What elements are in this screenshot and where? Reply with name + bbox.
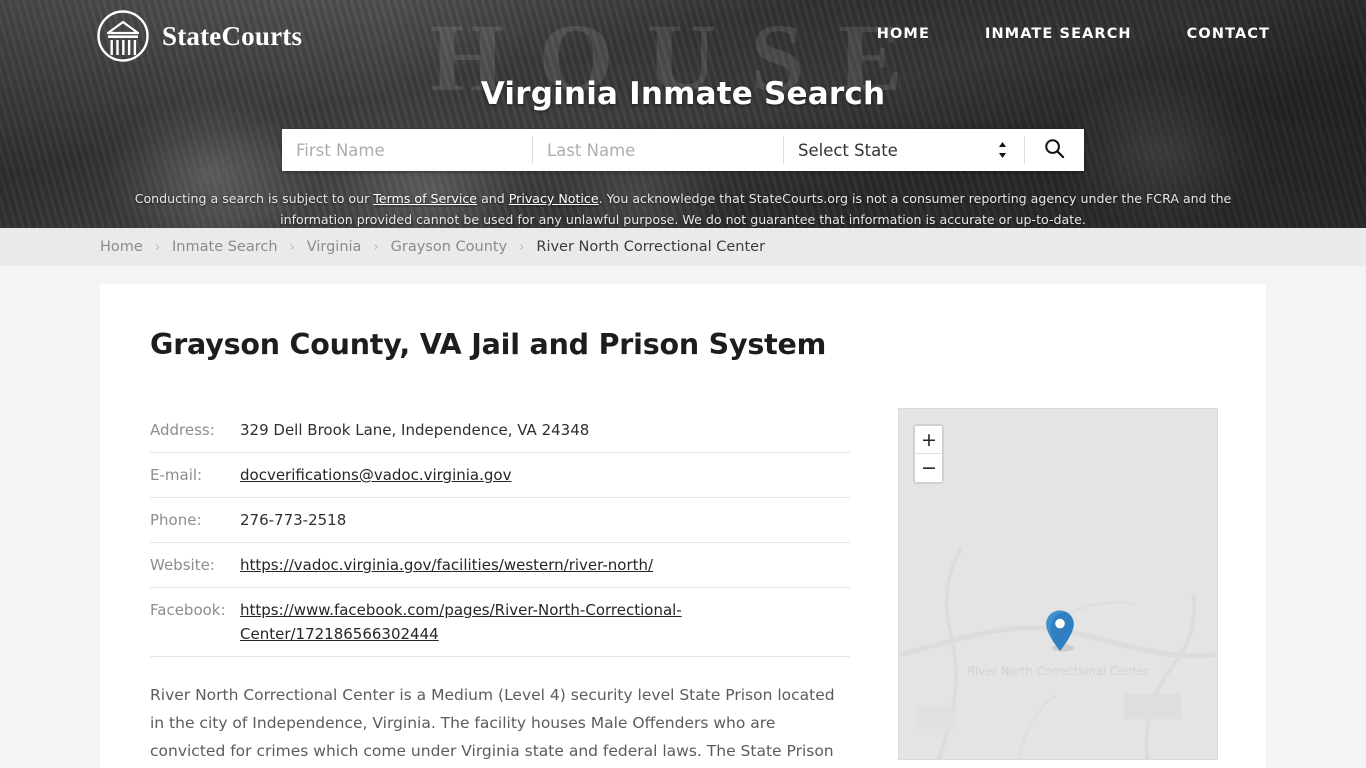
- main-navigation: HOME INMATE SEARCH CONTACT: [877, 26, 1270, 42]
- first-name-input[interactable]: [282, 129, 532, 171]
- facility-map[interactable]: + − River North Correctional Center: [898, 408, 1218, 760]
- courthouse-circle-icon: [96, 9, 150, 63]
- facebook-link[interactable]: https://www.facebook.com/pages/River-Nor…: [240, 601, 682, 643]
- breadcrumb-item-current: River North Correctional Center: [536, 239, 766, 255]
- map-marker-label: River North Correctional Center: [967, 664, 1149, 678]
- website-link[interactable]: https://vadoc.virginia.gov/facilities/we…: [240, 556, 653, 574]
- brand-name: StateCourts: [162, 20, 303, 51]
- facebook-label: Facebook:: [150, 587, 240, 657]
- inmate-search-form: Select State: [282, 129, 1084, 171]
- search-submit-button[interactable]: [1024, 136, 1084, 164]
- email-value: docverifications@vadoc.virginia.gov: [240, 452, 850, 498]
- facebook-value: https://www.facebook.com/pages/River-Nor…: [240, 587, 850, 657]
- nav-item-contact[interactable]: CONTACT: [1187, 26, 1270, 42]
- map-zoom-out-button[interactable]: −: [915, 454, 942, 482]
- disclaimer-text-1: Conducting a search is subject to our: [134, 191, 374, 206]
- breadcrumb-item-virginia[interactable]: Virginia: [307, 239, 362, 255]
- nav-item-inmate-search[interactable]: INMATE SEARCH: [985, 26, 1132, 42]
- terms-of-service-link[interactable]: Terms of Service: [373, 191, 477, 206]
- state-select[interactable]: Select State: [784, 129, 1024, 171]
- search-disclaimer: Conducting a search is subject to our Te…: [128, 189, 1238, 228]
- table-row: E-mail: docverifications@vadoc.virginia.…: [150, 452, 850, 498]
- facility-details-table: Address: 329 Dell Brook Lane, Independen…: [150, 408, 850, 657]
- last-name-input[interactable]: [533, 129, 783, 171]
- hero-title: Virginia Inmate Search: [480, 76, 886, 112]
- breadcrumb: Home › Inmate Search › Virginia › Grayso…: [0, 239, 765, 255]
- up-down-chevron-icon: [997, 141, 1008, 159]
- breadcrumb-item-grayson-county[interactable]: Grayson County: [391, 239, 508, 255]
- map-column: + − River North Correctional Center: [898, 408, 1218, 768]
- state-select-value: Select State: [798, 140, 898, 160]
- breadcrumb-bar: Home › Inmate Search › Virginia › Grayso…: [0, 228, 1366, 266]
- map-zoom-in-button[interactable]: +: [915, 426, 942, 454]
- breadcrumb-item-inmate-search[interactable]: Inmate Search: [172, 239, 278, 255]
- breadcrumb-separator: ›: [519, 239, 525, 255]
- website-label: Website:: [150, 542, 240, 588]
- top-bar: StateCourts HOME INMATE SEARCH CONTACT: [0, 0, 1366, 72]
- site-logo-link[interactable]: StateCourts: [96, 9, 302, 63]
- website-value: https://vadoc.virginia.gov/facilities/we…: [240, 542, 850, 588]
- address-label: Address:: [150, 408, 240, 453]
- map-road-lines: [899, 547, 1217, 759]
- table-row: Phone: 276-773-2518: [150, 497, 850, 543]
- breadcrumb-separator: ›: [289, 239, 295, 255]
- magnifier-icon: [1043, 137, 1066, 163]
- phone-label: Phone:: [150, 497, 240, 543]
- facility-description: River North Correctional Center is a Med…: [150, 681, 850, 768]
- address-value: 329 Dell Brook Lane, Independence, VA 24…: [240, 408, 850, 453]
- breadcrumb-item-home[interactable]: Home: [100, 239, 143, 255]
- nav-item-home[interactable]: HOME: [877, 26, 930, 42]
- site-hero: HOUSE StateCourts HOME INMATE SEARCH CON…: [0, 0, 1366, 228]
- disclaimer-text-2: and: [477, 191, 509, 206]
- breadcrumb-separator: ›: [154, 239, 161, 255]
- phone-value: 276-773-2518: [240, 497, 850, 543]
- table-row: Facebook: https://www.facebook.com/pages…: [150, 587, 850, 657]
- breadcrumb-separator: ›: [373, 239, 379, 255]
- facility-details-column: Address: 329 Dell Brook Lane, Independen…: [150, 408, 850, 768]
- email-link[interactable]: docverifications@vadoc.virginia.gov: [240, 466, 511, 484]
- email-label: E-mail:: [150, 452, 240, 498]
- page-title: Grayson County, VA Jail and Prison Syste…: [150, 328, 827, 361]
- table-row: Address: 329 Dell Brook Lane, Independen…: [150, 408, 850, 453]
- map-pin-icon[interactable]: [1044, 609, 1076, 653]
- privacy-notice-link[interactable]: Privacy Notice: [509, 191, 599, 206]
- map-zoom-controls: + −: [913, 424, 944, 484]
- table-row: Website: https://vadoc.virginia.gov/faci…: [150, 542, 850, 588]
- description-text-before: River North Correctional Center is a Med…: [150, 686, 835, 760]
- content-card: Grayson County, VA Jail and Prison Syste…: [100, 284, 1266, 768]
